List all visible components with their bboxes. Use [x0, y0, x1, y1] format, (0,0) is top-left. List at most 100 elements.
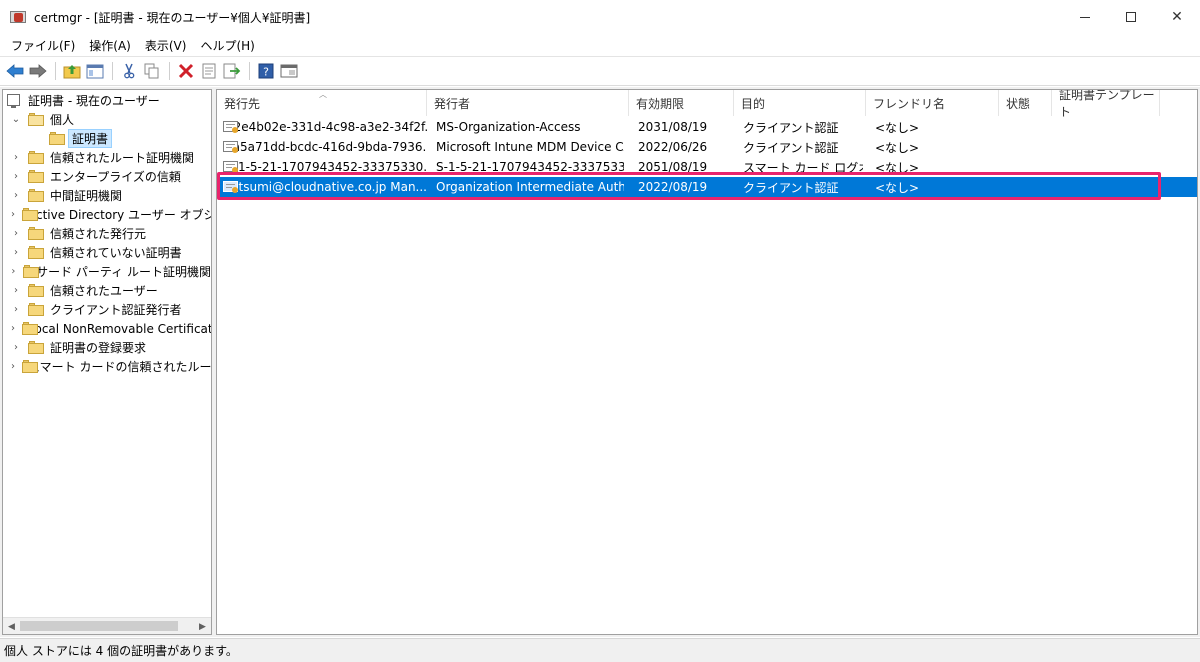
tree-item-label: サード パーティ ルート証明機関	[36, 265, 211, 279]
copy-button[interactable]	[141, 60, 163, 82]
column-header-label: 有効期限	[636, 96, 685, 111]
chevron-right-icon[interactable]: ›	[11, 247, 21, 258]
tree-item-label: 信頼された発行元	[50, 227, 147, 241]
scroll-right-icon[interactable]: ▶	[194, 618, 211, 634]
chevron-right-icon[interactable]: ›	[11, 171, 21, 182]
cut-button[interactable]	[118, 60, 140, 82]
column-header-status[interactable]: 状態	[999, 90, 1052, 116]
chevron-right-icon[interactable]: ›	[11, 228, 21, 239]
cell-expiration: 2031/08/19	[630, 117, 730, 137]
tree-item-store[interactable]: › 信頼されていない証明書	[3, 243, 211, 262]
close-button[interactable]: ✕	[1154, 0, 1200, 34]
tree-root[interactable]: 証明書 - 現在のユーザー	[3, 91, 211, 110]
chevron-right-icon[interactable]: ›	[11, 342, 21, 353]
chevron-down-icon[interactable]: ⌄	[11, 114, 21, 125]
column-header-label: フレンドリ名	[873, 96, 946, 111]
up-one-level-button[interactable]	[61, 60, 83, 82]
tree-item-certificates[interactable]: 証明書	[3, 129, 211, 148]
tree-item-store[interactable]: › 信頼されたユーザー	[3, 281, 211, 300]
tree-item-store[interactable]: › 信頼された発行元	[3, 224, 211, 243]
maximize-button[interactable]	[1108, 0, 1154, 34]
chevron-right-icon[interactable]: ›	[11, 209, 15, 220]
tree-item-store[interactable]: › サード パーティ ルート証明機関	[3, 262, 211, 281]
tree-item-store[interactable]: › 中間証明機関	[3, 186, 211, 205]
menu-file[interactable]: ファイル(F)	[4, 37, 82, 54]
tree-item-store[interactable]: › Local NonRemovable Certificates	[3, 319, 211, 338]
tree-item-label: エンタープライズの信頼	[50, 170, 181, 184]
folder-icon	[28, 170, 44, 183]
minimize-button[interactable]	[1062, 0, 1108, 34]
cell-friendly-name: <なし>	[867, 137, 995, 157]
certmgr-app-icon[interactable]	[10, 9, 26, 25]
chevron-right-icon[interactable]: ›	[11, 190, 21, 201]
close-icon: ✕	[1171, 9, 1183, 25]
table-row[interactable]: ca5a71dd-bcdc-416d-9bda-7936... Microsoft…	[217, 137, 1197, 157]
chevron-right-icon[interactable]: ›	[11, 361, 15, 372]
menu-action[interactable]: 操作(A)	[82, 37, 138, 54]
folder-icon	[28, 341, 44, 354]
window-controls: ✕	[1062, 0, 1200, 34]
export-list-button[interactable]	[221, 60, 243, 82]
cell-issued-by: Microsoft Intune MDM Device CA	[428, 137, 624, 157]
column-header-issued-by[interactable]: 発行者	[427, 90, 629, 116]
chevron-right-icon[interactable]: ›	[11, 266, 16, 277]
tree-item-personal[interactable]: ⌄ 個人	[3, 110, 211, 129]
show-hide-tree-icon	[86, 64, 104, 79]
folder-icon	[28, 227, 44, 240]
copy-icon	[144, 63, 159, 79]
tree-item-store[interactable]: › Active Directory ユーザー オブジェクト	[3, 205, 211, 224]
up-folder-icon	[63, 65, 81, 79]
svg-text:?: ?	[263, 66, 269, 79]
tree-item-store[interactable]: › 信頼されたルート証明機関	[3, 148, 211, 167]
tree-item-store[interactable]: › クライアント認証発行者	[3, 300, 211, 319]
chevron-right-icon[interactable]: ›	[11, 285, 21, 296]
delete-icon	[178, 63, 194, 79]
horizontal-scrollbar[interactable]: ◀ ▶	[3, 617, 211, 634]
chevron-right-icon[interactable]: ›	[11, 323, 15, 334]
scroll-left-icon[interactable]: ◀	[3, 618, 20, 634]
help-button[interactable]: ?	[255, 60, 277, 82]
cell-text: 52e4b02e-331d-4c98-a3e2-34f2f...	[226, 120, 427, 134]
menu-view[interactable]: 表示(V)	[138, 37, 194, 54]
folder-open-icon	[28, 113, 44, 126]
status-bar: 個人 ストアには 4 個の証明書があります。	[0, 638, 1200, 662]
toolbar-separator	[112, 62, 113, 80]
forward-button[interactable]	[27, 60, 49, 82]
scrollbar-thumb[interactable]	[20, 621, 178, 631]
column-header-friendly-name[interactable]: フレンドリ名	[866, 90, 999, 116]
column-header-label: 発行者	[434, 96, 471, 111]
chevron-right-icon[interactable]: ›	[11, 304, 21, 315]
tree-item-store[interactable]: › スマート カードの信頼されたルート	[3, 357, 211, 376]
table-row[interactable]: 52e4b02e-331d-4c98-a3e2-34f2f... MS-Organ…	[217, 117, 1197, 137]
chevron-right-icon[interactable]: ›	[11, 152, 21, 163]
view-button[interactable]	[278, 60, 300, 82]
column-header-template[interactable]: 証明書テンプレート	[1052, 90, 1160, 119]
column-header-expiration[interactable]: 有効期限	[629, 90, 734, 116]
tree-item-label: スマート カードの信頼されたルート	[28, 360, 212, 374]
folder-icon	[22, 265, 39, 278]
help-icon: ?	[258, 63, 274, 79]
window-title: certmgr - [証明書 - 現在のユーザー¥個人¥証明書]	[34, 10, 311, 25]
forward-arrow-icon	[29, 64, 47, 78]
console-tree-pane[interactable]: 証明書 - 現在のユーザー ⌄ 個人 証明書 › 信頼されたルート証明機関 › エンタ…	[2, 89, 212, 635]
delete-button[interactable]	[175, 60, 197, 82]
tree-item-label: Active Directory ユーザー オブジェクト	[28, 208, 211, 222]
folder-icon	[49, 132, 65, 145]
cell-text: <なし>	[875, 120, 920, 135]
tree-item-label: 個人	[50, 113, 75, 127]
properties-button[interactable]	[198, 60, 220, 82]
certificate-list-pane[interactable]: ︿ 発行先 発行者 有効期限 目的 フレンドリ名 状態 証明書テンプレート 52…	[216, 89, 1198, 635]
column-header-label: 証明書テンプレート	[1059, 89, 1155, 119]
tree-item-label: 証明書の登録要求	[50, 341, 147, 355]
tree-item-store[interactable]: › 証明書の登録要求	[3, 338, 211, 357]
tree-item-store[interactable]: › エンタープライズの信頼	[3, 167, 211, 186]
column-header-purpose[interactable]: 目的	[734, 90, 866, 116]
folder-icon	[28, 151, 44, 164]
show-hide-console-tree-button[interactable]	[84, 60, 106, 82]
maximize-icon	[1126, 12, 1136, 22]
menu-help[interactable]: ヘルプ(H)	[193, 37, 261, 54]
column-header-issued-to[interactable]: 発行先	[217, 90, 427, 116]
folder-icon	[28, 303, 44, 316]
back-button[interactable]	[4, 60, 26, 82]
column-header-label: 状態	[1006, 96, 1031, 111]
